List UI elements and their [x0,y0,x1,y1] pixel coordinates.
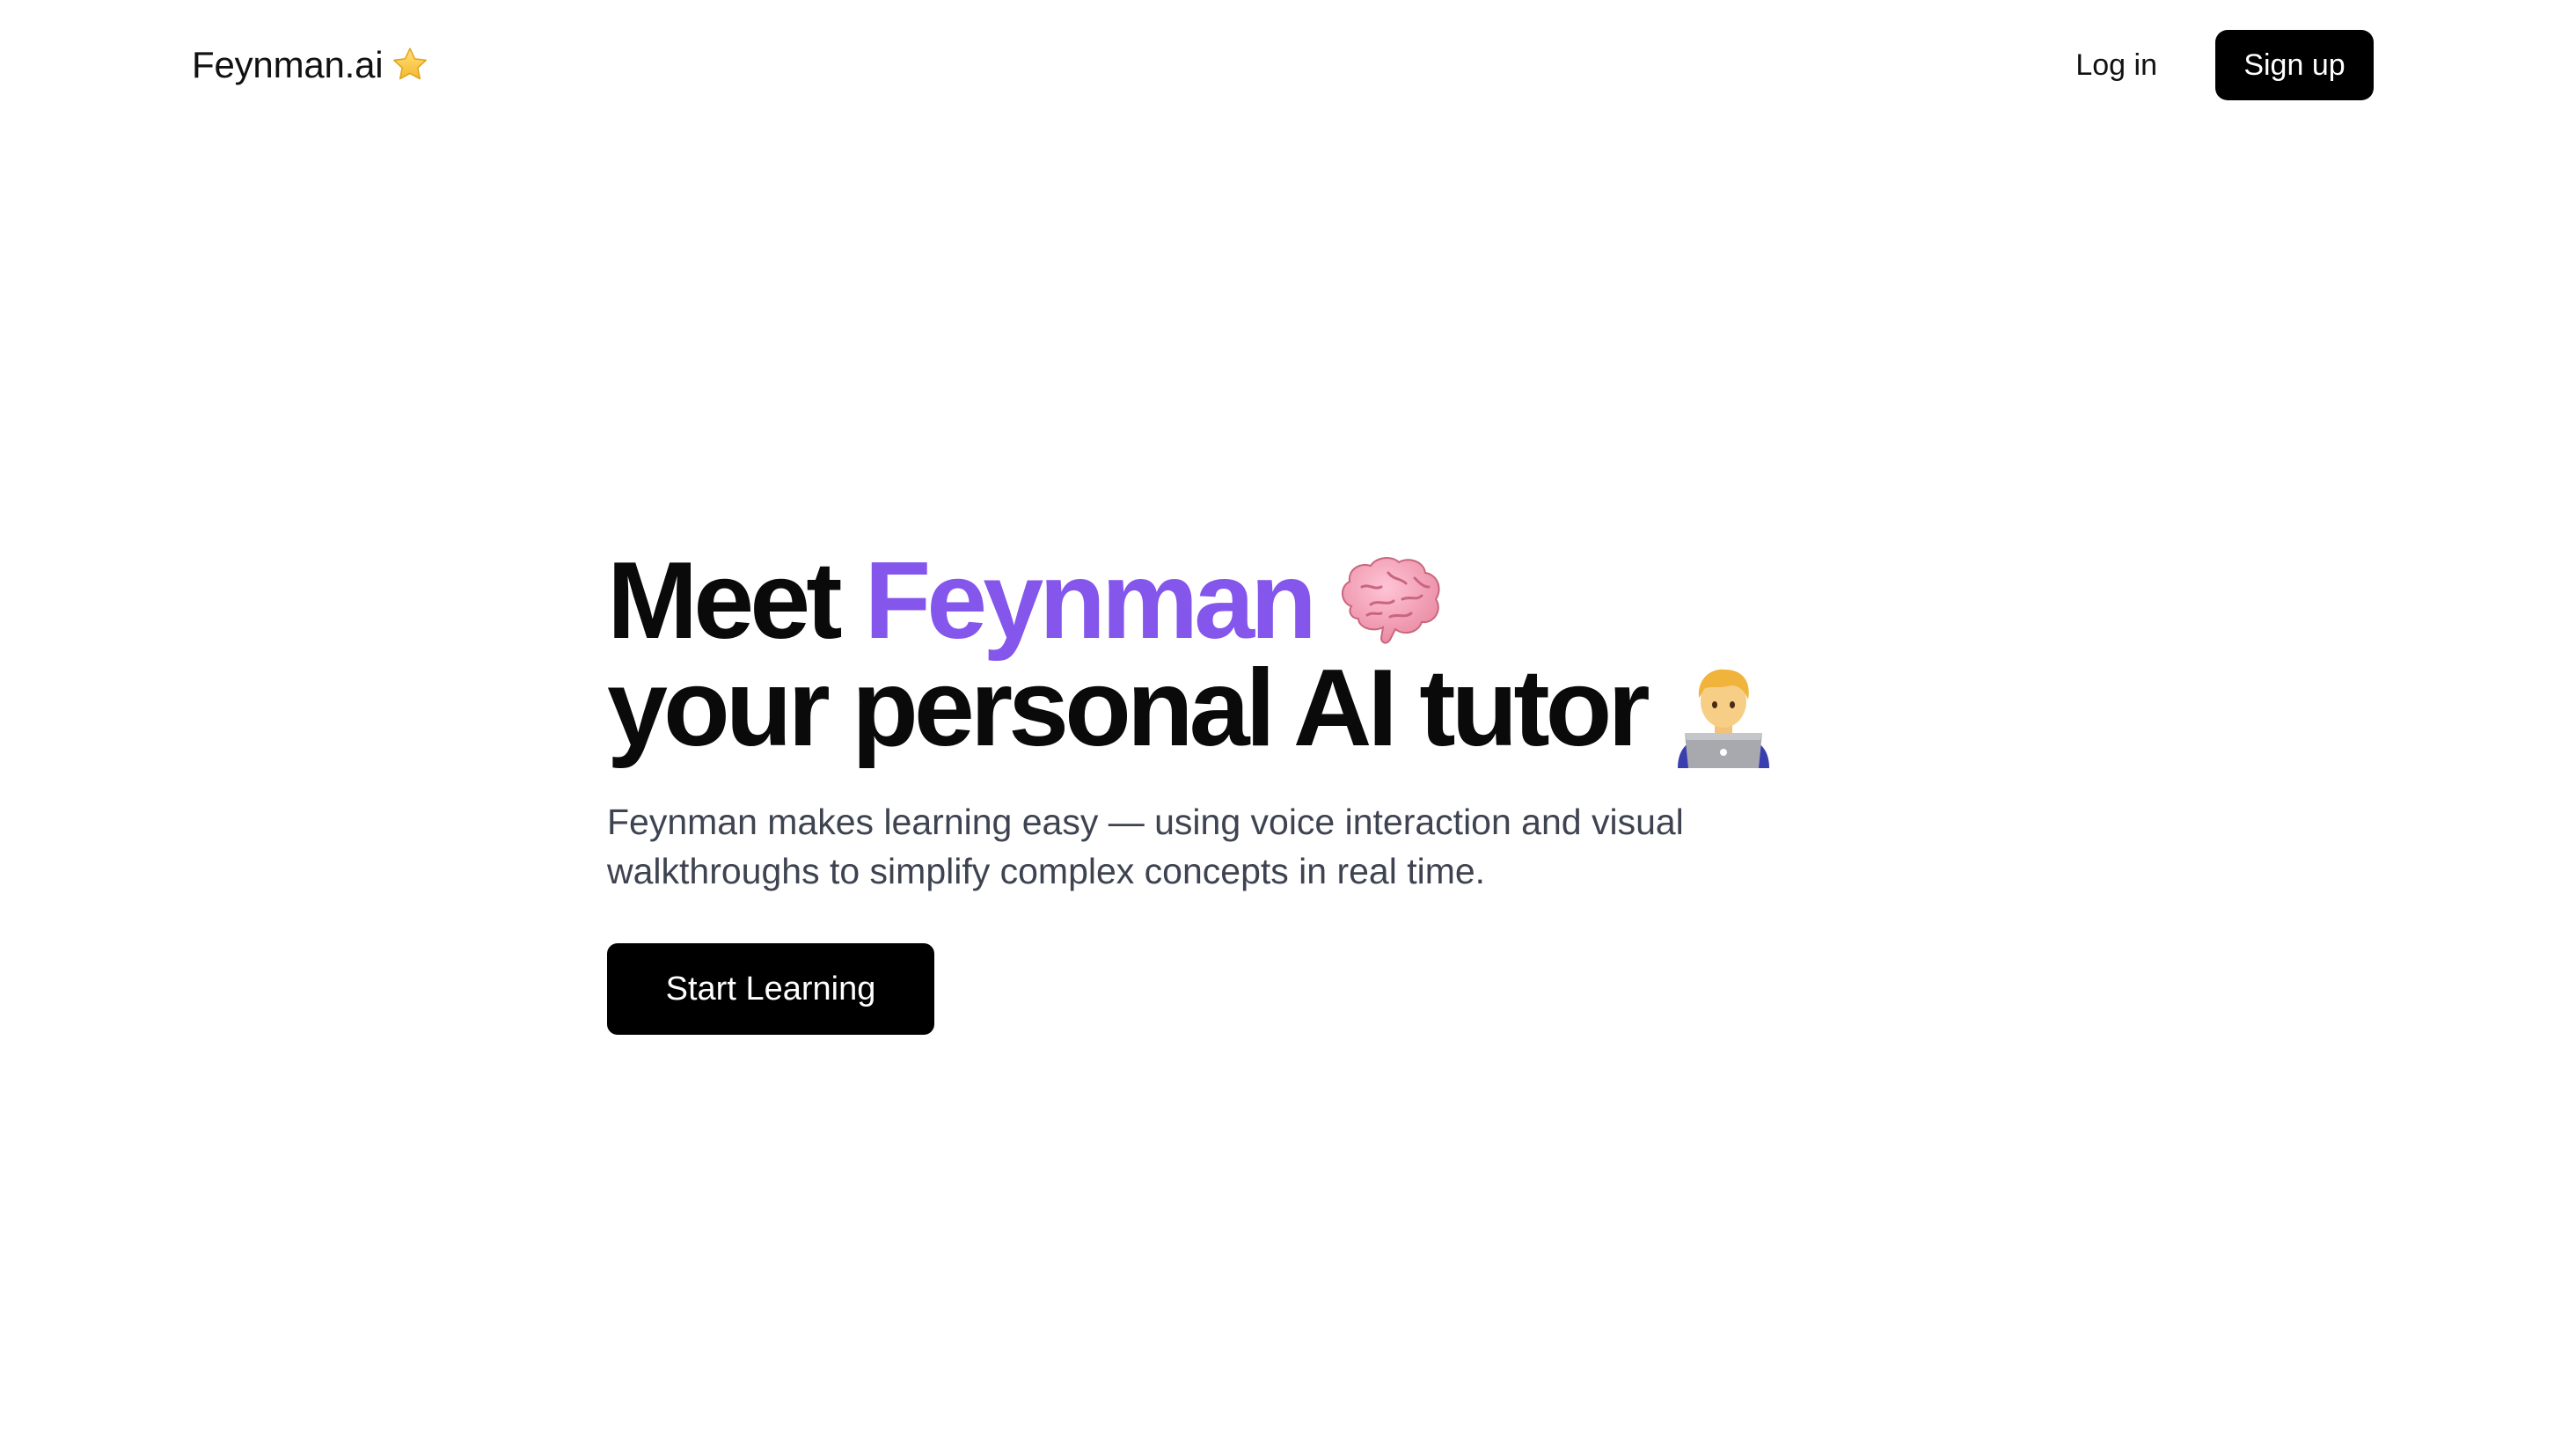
header-nav: Log in Sign up [2075,30,2374,100]
signup-button[interactable]: Sign up [2215,30,2374,100]
headline-tagline: your personal AI tutor [607,648,1650,769]
brand-name: Feynman.ai [192,44,384,85]
headline-line-1: Meet Feynman [607,540,2015,662]
headline-meet: Meet [607,540,843,662]
start-learning-button[interactable]: Start Learning [607,943,934,1035]
brand-logo[interactable]: Feynman.ai [192,40,430,90]
brain-icon [1336,552,1445,650]
hero-subtitle: Feynman makes learning easy — using voic… [607,802,1684,891]
hero-headline: Meet Feynman your personal AI tutor [607,540,2015,769]
hero-section: Meet Feynman your personal AI tutor Feyn… [607,540,2015,1035]
site-header: Feynman.ai Log in Sign up [0,0,2576,130]
login-link[interactable]: Log in [2075,48,2157,83]
star-icon [390,45,430,85]
technologist-icon [1669,659,1778,768]
headline-line-2: your personal AI tutor [607,648,2015,769]
headline-accent: Feynman [864,540,1317,662]
